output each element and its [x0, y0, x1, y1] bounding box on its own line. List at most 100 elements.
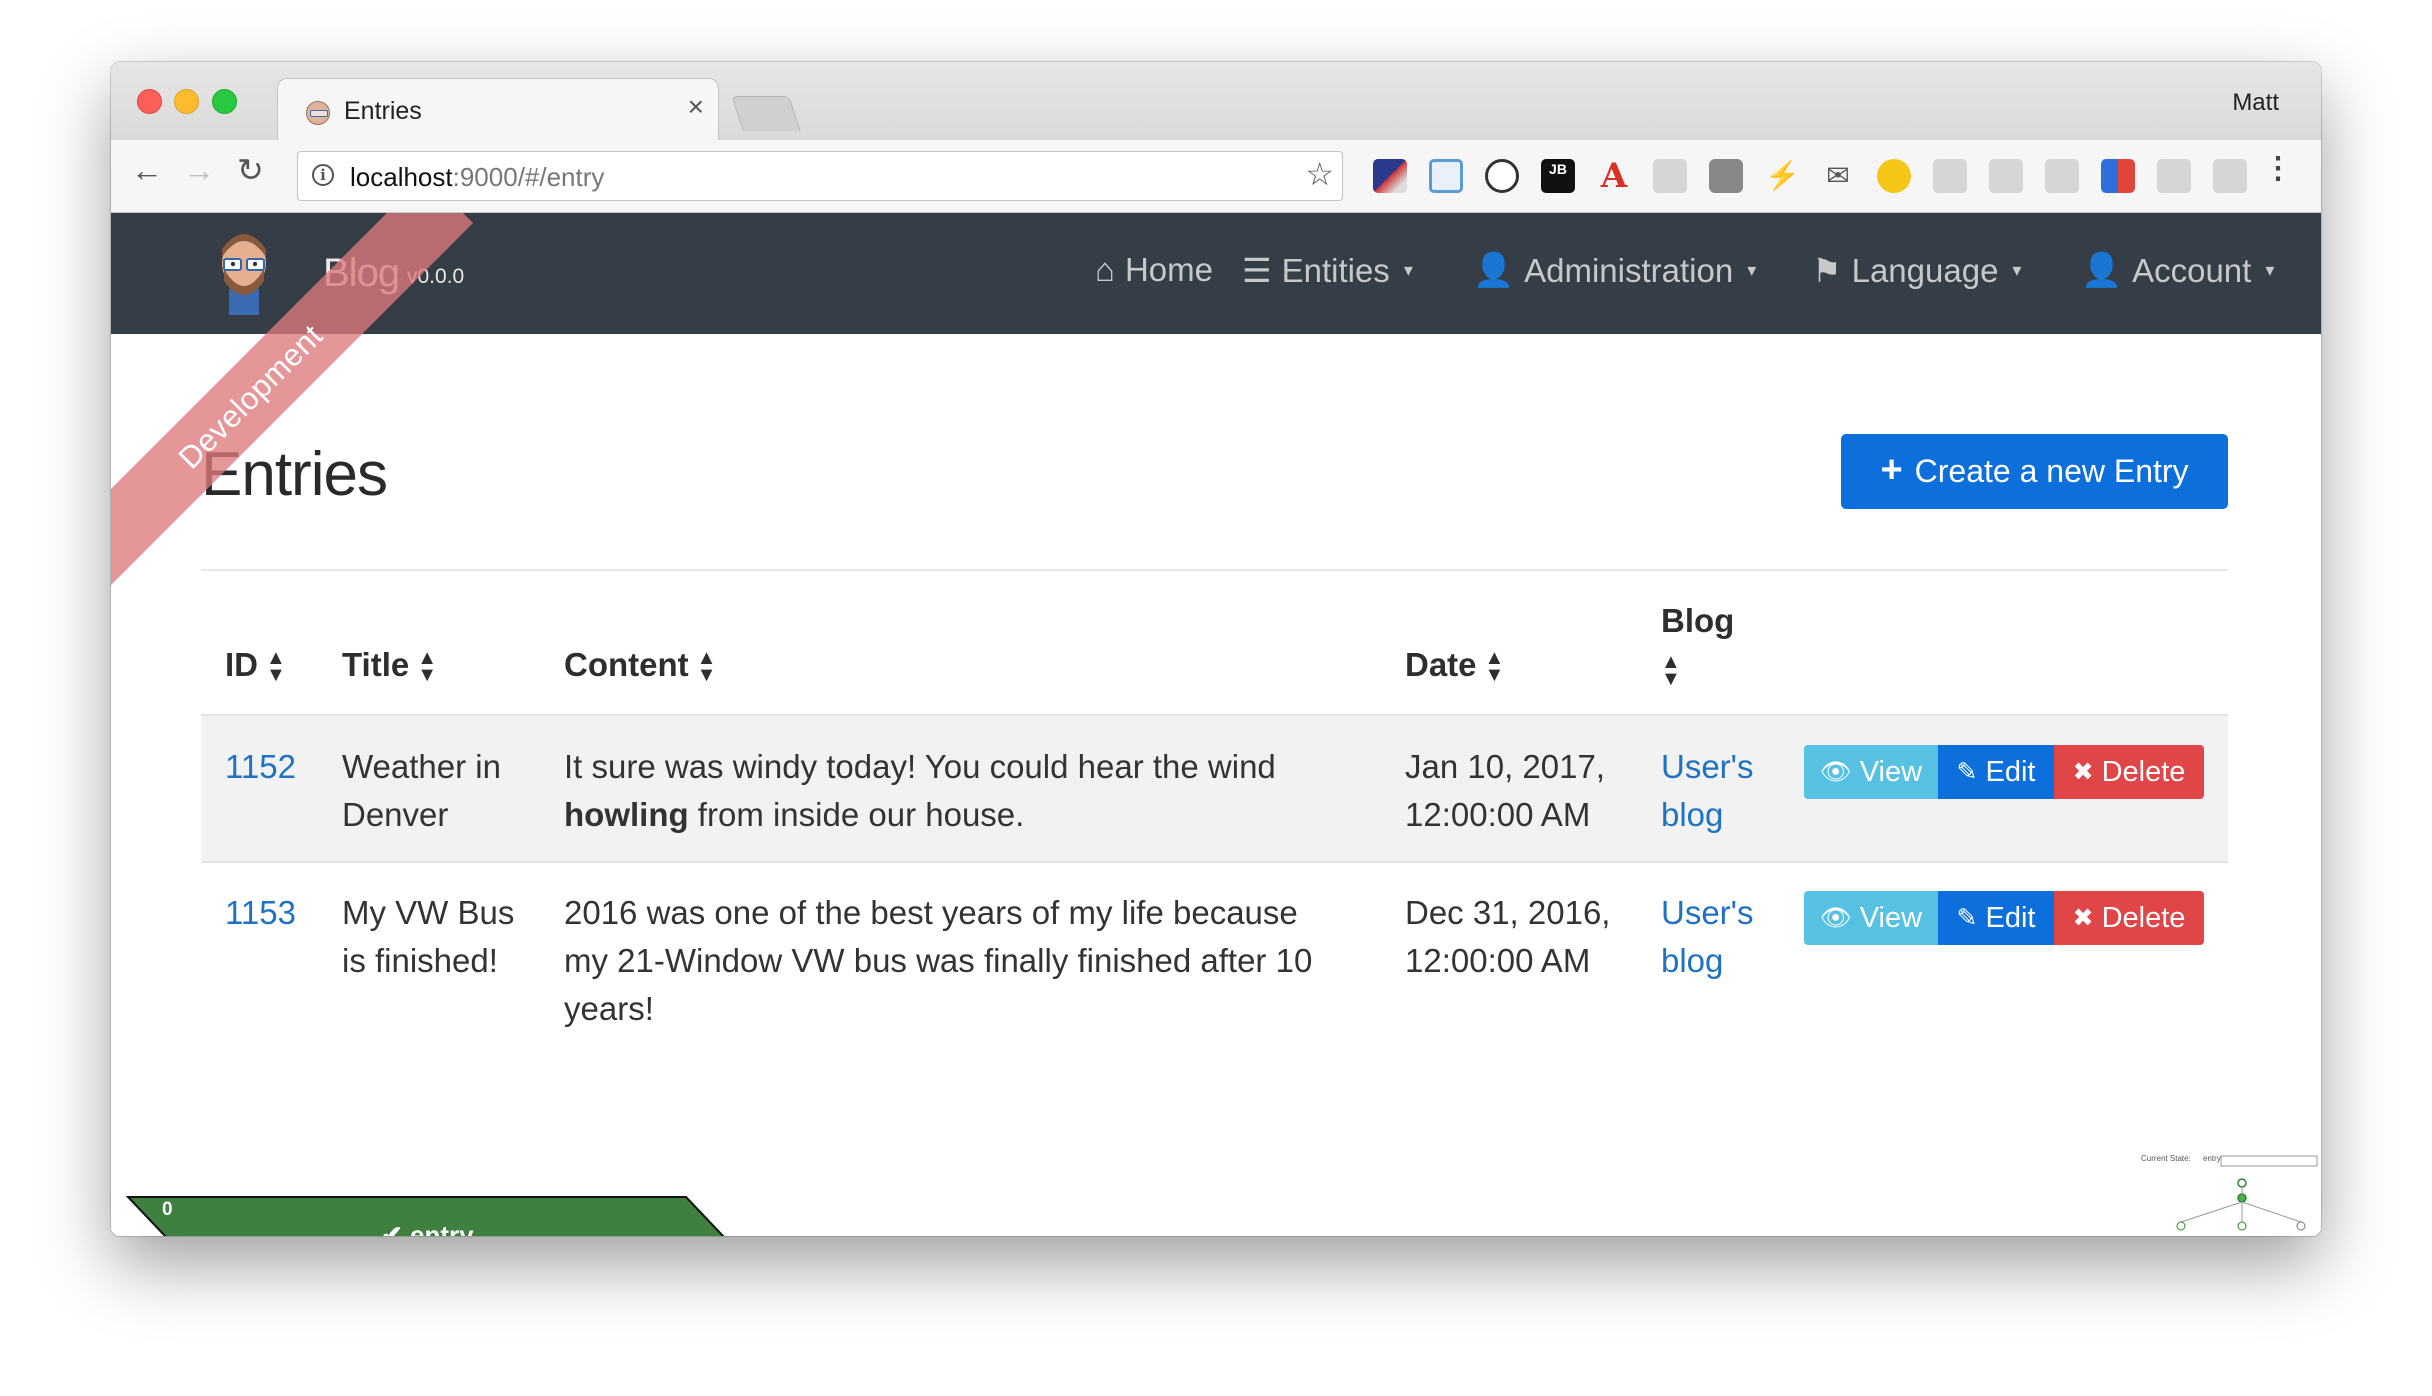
row-actions: 👁 View ✎ Edit ✖ Delete: [1804, 745, 2204, 799]
edit-label: Edit: [1985, 901, 2036, 934]
nav-entities-label: Entities: [1281, 251, 1390, 289]
tab-close-icon[interactable]: ×: [688, 93, 704, 121]
entry-content-line: from inside our house.: [688, 796, 1025, 833]
column-header-title[interactable]: Title ▲ ▼: [342, 646, 437, 685]
moon-icon[interactable]: [1877, 159, 1911, 193]
entry-content-line: years!: [564, 990, 654, 1027]
sort-icon: ▲ ▼: [266, 647, 286, 687]
info-icon[interactable]: i: [312, 164, 334, 186]
bookmark-star-icon[interactable]: ☆: [1305, 158, 1334, 190]
shield-icon[interactable]: [1709, 159, 1743, 193]
nav-home[interactable]: ⌂ Home: [1095, 251, 1213, 289]
entry-date-line: 12:00:00 AM: [1405, 942, 1591, 979]
state-visualizer-label: Current State:: [2141, 1154, 2191, 1163]
caret-down-icon: ▾: [1403, 260, 1413, 280]
nav-administration-label: Administration: [1524, 251, 1734, 289]
home-icon: ⌂: [1095, 251, 1115, 288]
browser-toolbar: ← → ↻ i localhost:9000/#/entry ☆ JB A ⚡ …: [111, 140, 2321, 213]
entry-date-line: Dec 31, 2016,: [1405, 894, 1611, 931]
column-header-content[interactable]: Content ▲ ▼: [564, 646, 717, 687]
browser-menu-icon[interactable]: ⋮: [2263, 154, 2293, 184]
edit-button[interactable]: ✎ Edit: [1938, 891, 2054, 945]
nav-language[interactable]: ⚑ Language ▾: [1812, 251, 2021, 290]
entry-blog-link[interactable]: User's blog: [1661, 743, 1753, 839]
nav-administration[interactable]: 👤 Administration ▾: [1473, 251, 1756, 290]
window-icon[interactable]: [1429, 159, 1463, 193]
column-header-id[interactable]: ID ▲ ▼: [225, 646, 286, 687]
edit-button[interactable]: ✎ Edit: [1938, 745, 2054, 799]
nav-home-label: Home: [1124, 251, 1213, 288]
acrobat-icon[interactable]: A: [1597, 159, 1631, 193]
row-actions: 👁 View ✎ Edit ✖ Delete: [1804, 891, 2204, 945]
edit-label: Edit: [1985, 755, 2036, 788]
nav-entities[interactable]: ☰ Entities ▾: [1242, 251, 1413, 290]
column-header-content-label: Content: [564, 646, 689, 683]
state-visualizer-select[interactable]: entry: [2203, 1154, 2221, 1163]
maximize-window-icon[interactable]: [212, 89, 237, 114]
wc-icon[interactable]: [2213, 159, 2247, 193]
minimize-window-icon[interactable]: [174, 89, 199, 114]
tab-title: Entries: [344, 97, 422, 125]
translate-icon[interactable]: [1933, 159, 1967, 193]
1password-icon[interactable]: [1485, 159, 1519, 193]
entry-blog-line: User's: [1661, 894, 1754, 931]
back-icon[interactable]: ←: [131, 154, 163, 186]
view-label: View: [1859, 755, 1923, 788]
column-header-blog[interactable]: Blog ▲ ▼: [1661, 597, 1734, 693]
jetbrains-icon[interactable]: JB: [1541, 159, 1575, 193]
entry-title: My VW Bus is finished!: [342, 889, 514, 985]
user-icon: 👤: [2081, 251, 2123, 288]
create-entry-button[interactable]: + Create a new Entry: [1841, 434, 2228, 509]
bookmark-flag-icon[interactable]: [2101, 159, 2135, 193]
delete-label: Delete: [2101, 755, 2186, 788]
users-icon[interactable]: [1989, 159, 2023, 193]
entry-blog-line: User's: [1661, 748, 1754, 785]
flag-icon: ⚑: [1812, 252, 1842, 289]
eye-icon: 👁: [1819, 903, 1852, 932]
view-button[interactable]: 👁 View: [1804, 891, 1938, 945]
address-bar[interactable]: i localhost:9000/#/entry ☆: [297, 151, 1343, 201]
pencil-icon: ✎: [1956, 904, 1978, 932]
page-title: Entries: [201, 440, 388, 509]
help-icon[interactable]: [2157, 159, 2191, 193]
entry-id-link[interactable]: 1153: [225, 889, 296, 937]
entry-blog-line: blog: [1661, 942, 1724, 979]
entry-content: It sure was windy today! You could hear …: [564, 743, 1276, 839]
delete-button[interactable]: ✖ Delete: [2054, 891, 2204, 945]
bolt-icon[interactable]: ⚡: [1765, 159, 1800, 193]
reload-icon[interactable]: ↻: [237, 154, 264, 186]
entry-date-line: Jan 10, 2017,: [1405, 748, 1605, 785]
avatar-logo-icon[interactable]: [215, 229, 273, 315]
column-header-id-label: ID: [225, 646, 258, 683]
nav-account[interactable]: 👤 Account ▾: [2081, 251, 2274, 290]
profile-name[interactable]: Matt: [2232, 89, 2279, 117]
view-label: View: [1859, 901, 1923, 934]
brand-title[interactable]: Blog: [323, 251, 400, 296]
delete-button[interactable]: ✖ Delete: [2054, 745, 2204, 799]
view-button[interactable]: 👁 View: [1804, 745, 1938, 799]
url-text[interactable]: localhost:9000/#/entry: [350, 162, 604, 193]
column-header-date[interactable]: Date ▲ ▼: [1405, 646, 1504, 685]
caret-down-icon: ▾: [1747, 260, 1757, 280]
browser-tab[interactable]: Entries ×: [277, 78, 719, 141]
mail-icon[interactable]: ✉: [1821, 159, 1855, 193]
react-icon[interactable]: [1653, 159, 1687, 193]
forward-icon[interactable]: →: [183, 154, 215, 186]
reader-icon[interactable]: [2045, 159, 2079, 193]
close-window-icon[interactable]: [137, 89, 162, 114]
entry-date: Jan 10, 2017, 12:00:00 AM: [1405, 743, 1605, 839]
state-visualizer[interactable]: [2141, 1154, 2321, 1236]
web-page: Blog v0.0.0 ⌂ Home ☰ Entities ▾ 👤 Admini…: [111, 213, 2321, 1236]
sort-icon: ▲ ▼: [696, 647, 717, 687]
sketch-icon[interactable]: [1373, 159, 1407, 193]
brand-version: v0.0.0: [407, 265, 465, 288]
delete-x-icon: ✖: [2072, 904, 2094, 932]
new-tab-button[interactable]: [731, 96, 801, 131]
divider: [201, 569, 2228, 571]
delete-x-icon: ✖: [2072, 758, 2094, 786]
create-entry-label: Create a new Entry: [1914, 453, 2189, 489]
entry-id-link[interactable]: 1152: [225, 743, 296, 791]
entry-title: Weather in Denver: [342, 743, 501, 839]
entry-content-line: It sure was windy today! You could hear …: [564, 748, 1276, 785]
entry-blog-link[interactable]: User's blog: [1661, 889, 1753, 985]
